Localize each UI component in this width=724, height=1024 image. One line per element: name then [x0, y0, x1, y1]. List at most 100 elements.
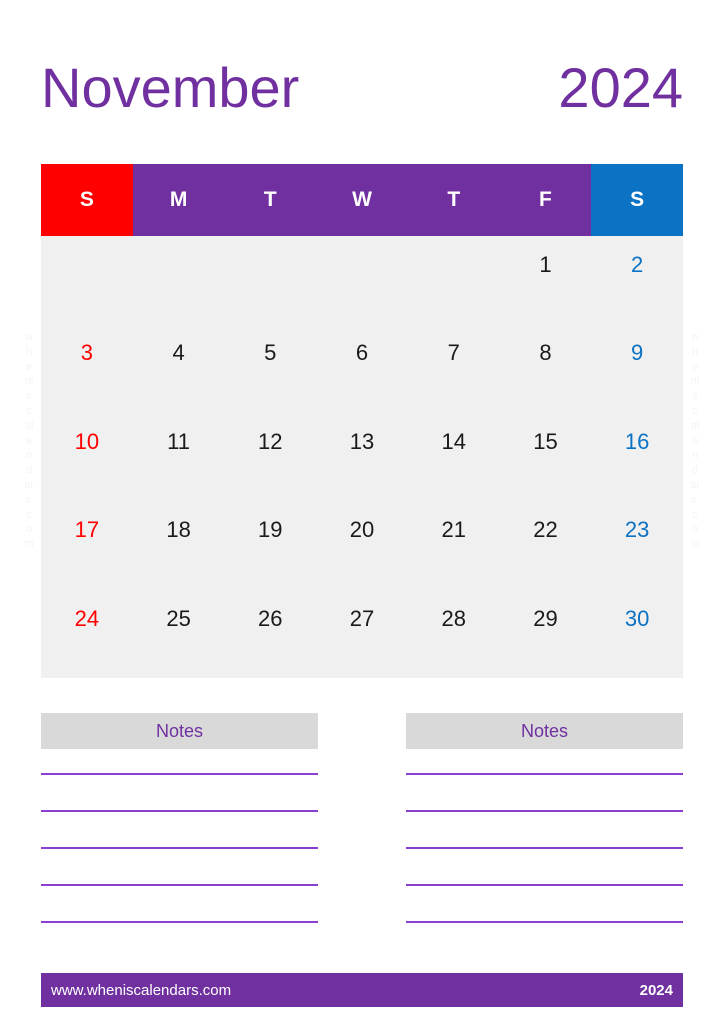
- day-number: 16: [624, 428, 650, 454]
- day-cell-22[interactable]: 22: [500, 501, 592, 589]
- weekday-header-1: M: [132, 164, 225, 236]
- day-number: 27: [349, 605, 375, 631]
- watermark-char: al: [24, 419, 34, 432]
- notes-section: Notes Notes: [41, 713, 683, 948]
- day-cell-11[interactable]: 11: [133, 413, 225, 501]
- watermark-char: n: [25, 449, 33, 462]
- day-cell-10[interactable]: 10: [41, 413, 133, 501]
- watermark-char: e: [25, 360, 33, 373]
- day-cell-8[interactable]: 8: [500, 324, 592, 412]
- day-cell-18[interactable]: 18: [133, 501, 225, 589]
- watermark-char: d: [25, 464, 33, 477]
- notes-line[interactable]: [41, 847, 318, 849]
- notes-line[interactable]: [406, 847, 683, 849]
- watermark-char: e: [691, 434, 699, 447]
- day-number: 23: [624, 517, 650, 543]
- day-cell-16[interactable]: 16: [591, 413, 683, 501]
- calendar-body: 1 2 3 4 5 6 7 8 9 10 11 12 13 14 15 16 17 18 19 20 21 22 23 24 2…: [41, 236, 683, 678]
- day-number: 6: [355, 340, 369, 366]
- notes-line[interactable]: [406, 773, 683, 775]
- day-number: 7: [447, 340, 460, 366]
- day-number: 3: [80, 340, 93, 366]
- watermark-char: m: [690, 538, 700, 551]
- watermark-right: w h e ni s c al e n d ar s. c o m: [680, 330, 710, 552]
- notes-lines-right[interactable]: [406, 773, 683, 923]
- footer-bar: www.wheniscalendars.com 2024: [41, 973, 683, 1007]
- day-cell-6[interactable]: 6: [316, 324, 408, 412]
- notes-line[interactable]: [406, 884, 683, 886]
- footer-website[interactable]: www.wheniscalendars.com: [51, 982, 231, 999]
- day-cell-15[interactable]: 15: [500, 413, 592, 501]
- day-number: 30: [624, 605, 650, 631]
- title-year: 2024: [558, 56, 683, 119]
- watermark-char: s.: [24, 493, 34, 506]
- watermark-char: ni: [690, 375, 700, 388]
- watermark-char: c: [26, 508, 32, 521]
- watermark-char: c: [692, 508, 698, 521]
- day-number: 11: [167, 428, 190, 454]
- notes-header-right: Notes: [406, 713, 683, 749]
- day-cell-9[interactable]: 9: [591, 324, 683, 412]
- day-cell-24[interactable]: 24: [41, 590, 133, 678]
- day-cell-5[interactable]: 5: [224, 324, 316, 412]
- day-number: 15: [533, 428, 558, 454]
- day-cell-19[interactable]: 19: [224, 501, 316, 589]
- watermark-char: ar: [690, 478, 700, 491]
- day-cell-4[interactable]: 4: [133, 324, 225, 412]
- day-number: 12: [258, 428, 283, 454]
- watermark-char: m: [24, 538, 34, 551]
- day-cell-12[interactable]: 12: [224, 413, 316, 501]
- notes-line[interactable]: [406, 921, 683, 923]
- title-month: November: [41, 56, 300, 119]
- day-number: 14: [441, 428, 466, 454]
- watermark-char: al: [690, 419, 700, 432]
- day-cell-25[interactable]: 25: [133, 590, 225, 678]
- day-cell-21[interactable]: 21: [408, 501, 500, 589]
- day-cell-7[interactable]: 7: [408, 324, 500, 412]
- notes-line[interactable]: [41, 884, 318, 886]
- watermark-char: o: [691, 523, 699, 536]
- day-cell-17[interactable]: 17: [41, 501, 133, 589]
- calendar-header-row: SMTWTFS: [41, 164, 684, 236]
- day-number: 19: [258, 517, 283, 543]
- notes-line[interactable]: [41, 773, 318, 775]
- notes-column-right: Notes: [406, 713, 683, 948]
- day-cell-28[interactable]: 28: [408, 590, 500, 678]
- watermark-char: c: [26, 404, 32, 417]
- day-cell-2[interactable]: 2: [591, 236, 683, 324]
- weekday-header-2: T: [224, 164, 317, 236]
- day-number: 8: [539, 340, 552, 366]
- day-cell-23[interactable]: 23: [591, 501, 683, 589]
- day-cell-20[interactable]: 20: [316, 501, 408, 589]
- day-number: 26: [258, 605, 283, 631]
- day-number: 18: [166, 517, 191, 543]
- day-cell-13[interactable]: 13: [316, 413, 408, 501]
- weekday-header-4: T: [407, 164, 500, 236]
- day-cell-27[interactable]: 27: [316, 590, 408, 678]
- day-cell-14[interactable]: 14: [408, 413, 500, 501]
- day-number: 1: [539, 252, 552, 277]
- day-cell-empty: [224, 236, 316, 324]
- day-cell-empty: [408, 236, 500, 324]
- watermark-char: d: [691, 464, 699, 477]
- day-cell-3[interactable]: 3: [41, 324, 133, 412]
- calendar-week-row: 10 11 12 13 14 15 16: [41, 413, 683, 501]
- day-cell-26[interactable]: 26: [224, 590, 316, 678]
- day-cell-30[interactable]: 30: [591, 590, 683, 678]
- notes-line[interactable]: [406, 810, 683, 812]
- day-cell-1[interactable]: 1: [500, 236, 592, 324]
- watermark-char: ni: [24, 375, 34, 388]
- watermark-char: h: [25, 345, 33, 358]
- page-title: November 2024: [41, 48, 683, 128]
- watermark-char: c: [692, 404, 698, 417]
- notes-column-left: Notes: [41, 713, 318, 948]
- weekday-header-0: S: [41, 164, 133, 236]
- day-number: 29: [533, 605, 558, 631]
- notes-line[interactable]: [41, 810, 318, 812]
- day-cell-empty: [41, 236, 133, 324]
- watermark-char: s.: [690, 493, 700, 506]
- day-cell-29[interactable]: 29: [500, 590, 592, 678]
- notes-lines-left[interactable]: [41, 773, 318, 923]
- calendar-grid: SMTWTFS 1 2 3 4 5 6 7 8 9 10 11 12 13 14 15 16 17 18 19 20 2…: [41, 164, 684, 678]
- notes-line[interactable]: [41, 921, 318, 923]
